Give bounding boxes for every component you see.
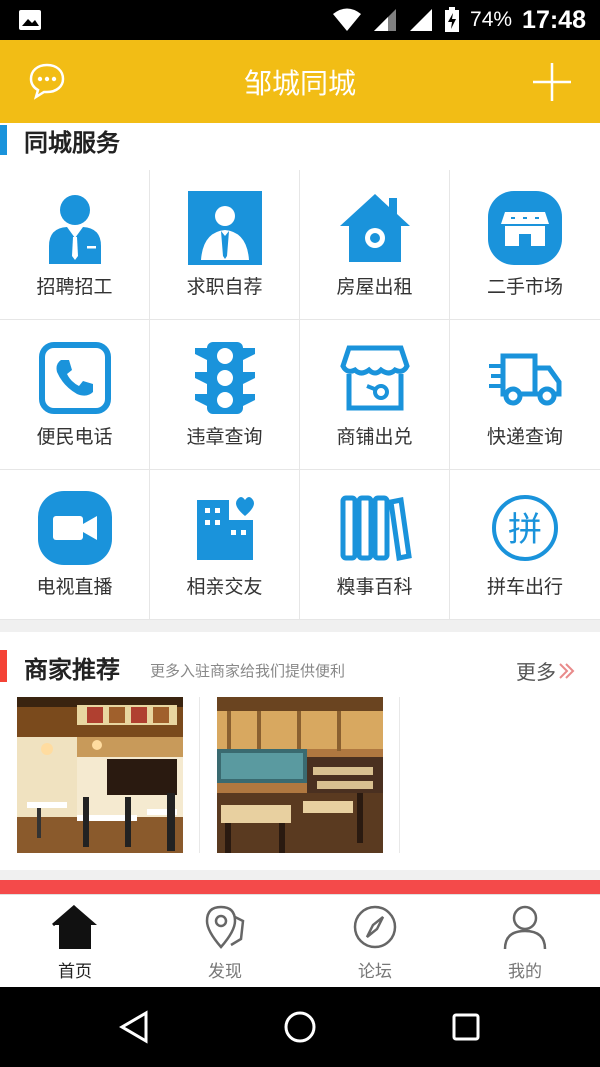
more-label: 更多 xyxy=(516,660,556,684)
clock: 17:48 xyxy=(522,5,586,34)
service-label: 拼车出行 xyxy=(486,576,563,598)
tab-label: 发现 xyxy=(208,962,242,982)
merchants-heading: 商家推荐 xyxy=(24,656,120,684)
app-bar: 邹城同城 xyxy=(0,40,600,123)
service-label: 房屋出租 xyxy=(336,276,413,298)
tab-forum[interactable]: 论坛 xyxy=(300,895,450,988)
books-icon xyxy=(340,495,412,561)
card-divider xyxy=(399,697,400,853)
house-icon xyxy=(340,194,410,262)
service-label: 相亲交友 xyxy=(186,576,263,598)
services-heading: 同城服务 xyxy=(24,129,120,157)
section-accent-bar xyxy=(0,650,7,682)
more-link[interactable]: 更多 xyxy=(516,656,576,685)
service-item-second-hand[interactable]: 二手市场 xyxy=(450,170,600,320)
system-nav-bar xyxy=(0,987,600,1067)
restaurant-photo-2 xyxy=(217,697,383,853)
service-label: 违章查询 xyxy=(186,426,263,448)
svg-text:拼: 拼 xyxy=(508,510,542,550)
recents-icon[interactable] xyxy=(448,1009,484,1045)
battery-charging-icon xyxy=(445,7,460,32)
service-item-recruit[interactable]: 招聘招工 xyxy=(0,170,150,320)
store-icon xyxy=(340,345,410,411)
page-title: 邹城同城 xyxy=(243,67,356,100)
phone-icon xyxy=(39,342,111,414)
service-label: 糗事百科 xyxy=(336,576,413,598)
promo-banner-edge xyxy=(0,880,600,894)
service-item-phone[interactable]: 便民电话 xyxy=(0,320,150,470)
building-heart-icon xyxy=(197,497,254,560)
tab-label: 首页 xyxy=(58,962,92,982)
section-accent-bar xyxy=(0,125,7,155)
service-item-tv-live[interactable]: 电视直播 xyxy=(0,470,150,620)
traffic-light-icon xyxy=(195,342,255,414)
tab-mine[interactable]: 我的 xyxy=(450,895,600,988)
service-item-store[interactable]: 商铺出兑 xyxy=(300,320,450,470)
image-notification-icon xyxy=(19,10,41,30)
service-item-violation[interactable]: 违章查询 xyxy=(150,320,300,470)
tab-discover[interactable]: 发现 xyxy=(150,895,300,988)
job-seeker-icon xyxy=(188,191,262,265)
service-label: 便民电话 xyxy=(36,426,113,448)
tab-label: 论坛 xyxy=(358,962,392,982)
merchants-subtitle: 更多入驻商家给我们提供便利 xyxy=(150,662,346,680)
truck-icon xyxy=(489,353,562,406)
tab-label: 我的 xyxy=(508,962,542,982)
merchants-section: 商家推荐 更多入驻商家给我们提供便利 更多 xyxy=(0,632,600,870)
services-grid: 招聘招工 求职自荐 房屋出租 二手市场 便民电话 违章查询 商铺出兑 快递查询 … xyxy=(0,170,600,620)
service-label: 二手市场 xyxy=(486,276,563,298)
status-bar: 74% 17:48 xyxy=(0,0,600,40)
compass-icon xyxy=(353,905,397,949)
merchant-card-1[interactable] xyxy=(17,697,183,853)
services-header: 同城服务 xyxy=(0,123,600,170)
service-item-job-seek[interactable]: 求职自荐 xyxy=(150,170,300,320)
video-icon xyxy=(38,491,112,565)
service-label: 招聘招工 xyxy=(36,276,113,298)
worker-icon xyxy=(49,195,101,264)
signal-icon xyxy=(374,9,397,31)
service-label: 电视直播 xyxy=(36,576,113,598)
service-item-house-rent[interactable]: 房屋出租 xyxy=(300,170,450,320)
shop-icon xyxy=(488,191,562,265)
home-icon xyxy=(52,904,97,949)
service-label: 快递查询 xyxy=(486,426,563,448)
double-chevron-right-icon xyxy=(559,662,575,679)
profile-icon xyxy=(503,905,547,950)
add-icon[interactable] xyxy=(532,62,572,102)
discover-icon xyxy=(205,905,245,949)
service-item-express[interactable]: 快递查询 xyxy=(450,320,600,470)
carpool-icon: 拼 xyxy=(492,495,558,561)
service-label: 商铺出兑 xyxy=(336,426,413,448)
merchant-card-2[interactable] xyxy=(217,697,383,853)
tab-home[interactable]: 首页 xyxy=(0,895,150,988)
home-button-icon[interactable] xyxy=(282,1009,318,1045)
service-label: 求职自荐 xyxy=(186,276,263,298)
restaurant-photo-1 xyxy=(17,697,183,853)
service-item-jokes[interactable]: 糗事百科 xyxy=(300,470,450,620)
signal-icon-2 xyxy=(410,9,433,31)
battery-percent: 74% xyxy=(470,8,513,31)
bottom-tab-bar: 首页 发现 论坛 我的 xyxy=(0,894,600,988)
card-divider xyxy=(199,697,200,853)
service-item-dating[interactable]: 相亲交友 xyxy=(150,470,300,620)
service-item-carpool[interactable]: 拼 拼车出行 xyxy=(450,470,600,620)
back-icon[interactable] xyxy=(116,1009,152,1045)
wifi-icon xyxy=(333,8,362,31)
